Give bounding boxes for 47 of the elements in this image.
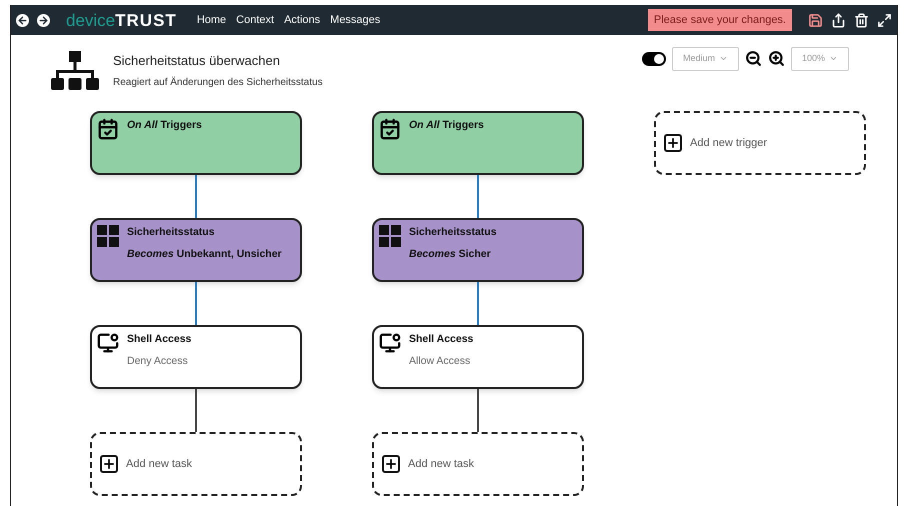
condition-node[interactable]: Sicherheitsstatus Becomes Sicher [372, 218, 584, 282]
zoom-in-icon[interactable] [768, 50, 785, 68]
add-node[interactable]: Add new task [372, 432, 584, 496]
add-label: Add new task [126, 456, 192, 472]
fullscreen-icon[interactable] [877, 12, 892, 28]
action-node[interactable]: Shell Access Allow Access [372, 325, 584, 389]
node-title: Sicherheitsstatus [409, 225, 497, 240]
action-node[interactable]: Shell Access Deny Access [90, 325, 302, 389]
share-icon[interactable] [831, 12, 846, 28]
add-node[interactable]: Add new task [90, 432, 302, 496]
node-detail: Deny Access [127, 354, 189, 369]
condition-node[interactable]: Sicherheitsstatus Becomes Unbekannt, Unsicher [90, 218, 302, 282]
back-icon[interactable] [16, 14, 29, 26]
trigger-node[interactable]: On All Triggers [90, 111, 302, 175]
save-notice: Please save your changes. [648, 8, 792, 32]
nav-link[interactable]: Messages [330, 12, 380, 28]
grid-icon [97, 225, 119, 247]
page-subtitle: Reagiert auf Änderungen des Sicherheitsstatus [113, 76, 323, 90]
nav-link[interactable]: Context [236, 12, 274, 28]
forward-icon[interactable] [37, 14, 50, 26]
node-title: Shell Access [127, 332, 192, 347]
node-detail: Allow Access [409, 354, 472, 369]
plus-icon [100, 455, 118, 473]
add-label: Add new trigger [690, 136, 768, 151]
toggle-switch[interactable] [642, 52, 666, 66]
trash-icon[interactable] [854, 12, 869, 28]
nav-link[interactable]: Actions [284, 12, 320, 28]
node-detail: Becomes Sicher [409, 246, 492, 262]
page-title: Sicherheitstatus überwachen [113, 52, 281, 70]
save-icon[interactable] [808, 12, 823, 28]
node-title: On All Triggers [409, 118, 484, 133]
node-detail: Becomes Unbekannt, Unsicher [127, 246, 282, 262]
hierarchy-icon [51, 51, 99, 91]
node-title: Shell Access [409, 332, 474, 347]
add-label: Add new task [408, 456, 474, 472]
nav-link[interactable]: Home [196, 12, 226, 28]
trigger-node[interactable]: On All Triggers [372, 111, 584, 175]
grid-icon [379, 225, 401, 247]
plus-icon [664, 134, 682, 152]
calendar-check-icon [97, 118, 119, 140]
brand-logo[interactable]: deviceTRUST [66, 12, 177, 28]
plus-icon [382, 455, 400, 473]
calendar-check-icon [379, 118, 401, 140]
node-title: Sicherheitsstatus [127, 225, 216, 240]
add-node[interactable]: Add new trigger [654, 111, 866, 175]
node-title: On All Triggers [127, 118, 202, 133]
zoom-out-icon[interactable] [744, 50, 762, 68]
